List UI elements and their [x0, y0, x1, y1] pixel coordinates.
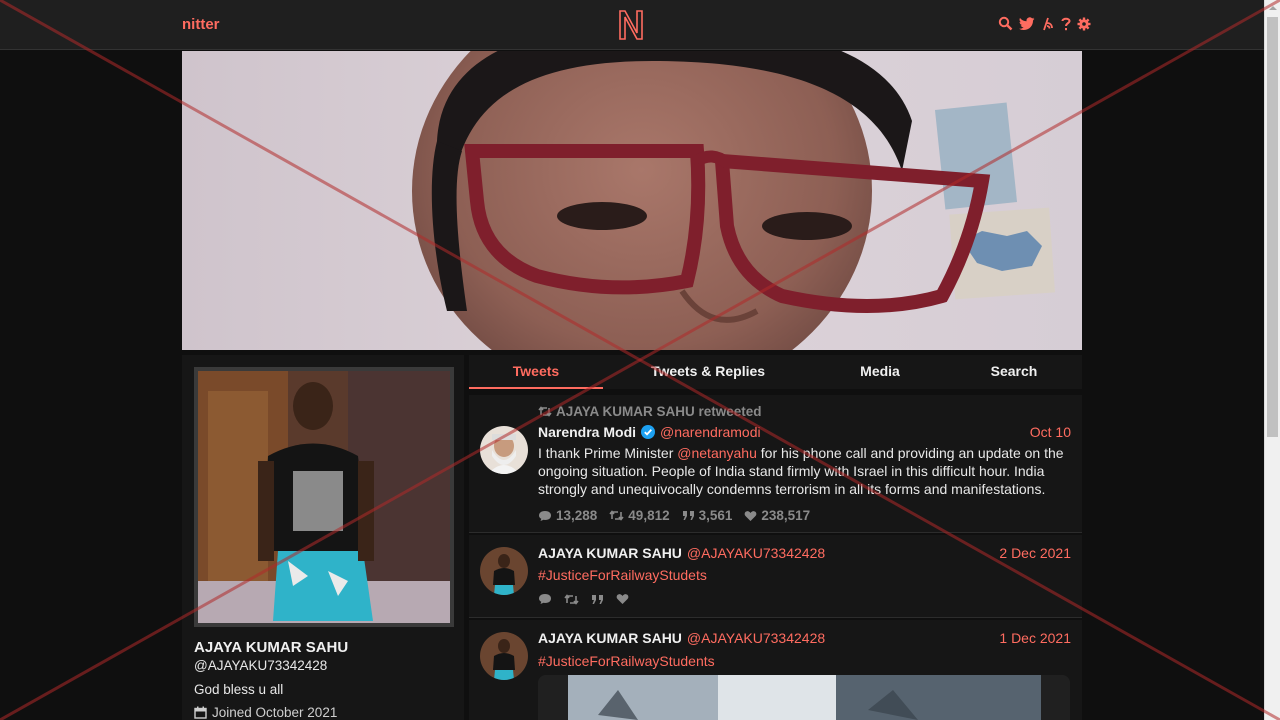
- tweet-content: #JusticeForRailwayStudents: [538, 652, 1073, 670]
- page-scrollbar[interactable]: [1264, 0, 1280, 720]
- retweet-stat[interactable]: 49,812: [609, 508, 670, 523]
- profile-joined: Joined October 2021: [194, 705, 337, 720]
- tweet-username[interactable]: @AJAYAKU73342428: [687, 545, 825, 561]
- profile-avatar[interactable]: [194, 367, 454, 627]
- tweet-date[interactable]: 2 Dec 2021: [999, 545, 1071, 561]
- tweet-hashtag-link[interactable]: #JusticeForRailwayStudets: [538, 567, 707, 583]
- timeline-item[interactable]: AJAYA KUMAR SAHU @AJAYAKU73342428 2 Dec …: [469, 535, 1082, 618]
- settings-icon[interactable]: [1077, 17, 1091, 31]
- tweet-hashtag-link[interactable]: #JusticeForRailwayStudents: [538, 653, 715, 669]
- tweet-media[interactable]: [538, 675, 1070, 720]
- retweet-header: AJAYA KUMAR SAHU retweeted: [538, 404, 762, 419]
- profile-username[interactable]: @AJAYAKU73342428: [194, 658, 327, 673]
- tweet-header: Narendra Modi @narendramodi: [538, 424, 761, 440]
- quote-count: 3,561: [698, 508, 733, 523]
- rss-icon[interactable]: [1041, 17, 1055, 31]
- timeline: AJAYA KUMAR SAHU retweeted Narendra Modi…: [469, 395, 1082, 720]
- tweet-fullname[interactable]: AJAYA KUMAR SAHU: [538, 545, 682, 561]
- joined-date: Joined October 2021: [212, 705, 338, 720]
- tweet-fullname[interactable]: Narendra Modi: [538, 424, 636, 440]
- brand-link[interactable]: nitter: [182, 16, 220, 33]
- heart-icon[interactable]: [616, 593, 629, 605]
- calendar-icon: [194, 706, 207, 719]
- scrollbar-thumb[interactable]: [1267, 17, 1278, 437]
- tweet-stats: 13,288 49,812 3,561 238,517: [538, 508, 810, 523]
- tweet-username[interactable]: @narendramodi: [660, 424, 761, 440]
- profile-card: AJAYA KUMAR SAHU @AJAYAKU73342428 God bl…: [182, 355, 464, 720]
- retweet-icon: [609, 510, 624, 521]
- navbar: nitter: [0, 0, 1264, 50]
- verified-icon: [641, 425, 656, 439]
- tab-search[interactable]: Search: [969, 355, 1059, 389]
- tweet-avatar[interactable]: [480, 632, 528, 680]
- profile-bio: God bless u all: [194, 682, 284, 697]
- profile-fullname[interactable]: AJAYA KUMAR SAHU: [194, 639, 348, 656]
- tweet-avatar[interactable]: [480, 547, 528, 595]
- heart-icon: [745, 510, 757, 521]
- tweet-stats: [538, 593, 629, 605]
- twitter-icon[interactable]: [1019, 16, 1035, 31]
- comment-icon: [539, 510, 551, 521]
- quote-stat[interactable]: 3,561: [682, 508, 733, 523]
- timeline-item[interactable]: AJAYA KUMAR SAHU retweeted Narendra Modi…: [469, 395, 1082, 533]
- tweet-media-image: [538, 675, 1070, 720]
- profile-banner[interactable]: [182, 51, 1082, 350]
- like-count: 238,517: [761, 508, 811, 523]
- tweet-mention-link[interactable]: @netanyahu: [677, 445, 757, 461]
- retweet-icon: [538, 406, 552, 417]
- tweet-avatar[interactable]: [480, 426, 528, 474]
- tweet-header: AJAYA KUMAR SAHU @AJAYAKU73342428: [538, 630, 825, 646]
- help-icon[interactable]: [1061, 17, 1071, 31]
- comment-icon[interactable]: [538, 593, 552, 605]
- reply-count: 13,288: [556, 508, 598, 523]
- profile-photo: [198, 371, 450, 623]
- tab-media[interactable]: Media: [829, 355, 931, 389]
- like-stat[interactable]: 238,517: [744, 508, 810, 523]
- tweet-username[interactable]: @AJAYAKU73342428: [687, 630, 825, 646]
- tweet-date[interactable]: 1 Dec 2021: [999, 630, 1071, 646]
- reply-stat[interactable]: 13,288: [538, 508, 597, 523]
- tweet-content: #JusticeForRailwayStudets: [538, 566, 1073, 584]
- scroll-up-arrow-icon[interactable]: [1265, 0, 1280, 16]
- tweet-content: I thank Prime Minister @netanyahu for hi…: [538, 444, 1073, 498]
- tab-tweets[interactable]: Tweets: [469, 355, 603, 389]
- retweet-label: AJAYA KUMAR SAHU retweeted: [556, 404, 762, 419]
- quote-icon[interactable]: [591, 594, 604, 605]
- timeline-tabs: Tweets Tweets & Replies Media Search: [469, 355, 1082, 389]
- retweet-count: 49,812: [628, 508, 670, 523]
- retweet-icon[interactable]: [564, 593, 579, 605]
- tweet-date[interactable]: Oct 10: [1030, 424, 1071, 440]
- tweet-fullname[interactable]: AJAYA KUMAR SAHU: [538, 630, 682, 646]
- nitter-logo-icon[interactable]: [617, 9, 645, 41]
- banner-photo: [182, 51, 1082, 350]
- tweet-header: AJAYA KUMAR SAHU @AJAYAKU73342428: [538, 545, 825, 561]
- tab-tweets-replies[interactable]: Tweets & Replies: [635, 355, 781, 389]
- search-icon[interactable]: [998, 16, 1013, 31]
- tweet-text-start: I thank Prime Minister: [538, 445, 678, 461]
- nav-icons: [998, 16, 1091, 31]
- quote-icon: [682, 511, 694, 520]
- timeline-item[interactable]: AJAYA KUMAR SAHU @AJAYAKU73342428 1 Dec …: [469, 620, 1082, 720]
